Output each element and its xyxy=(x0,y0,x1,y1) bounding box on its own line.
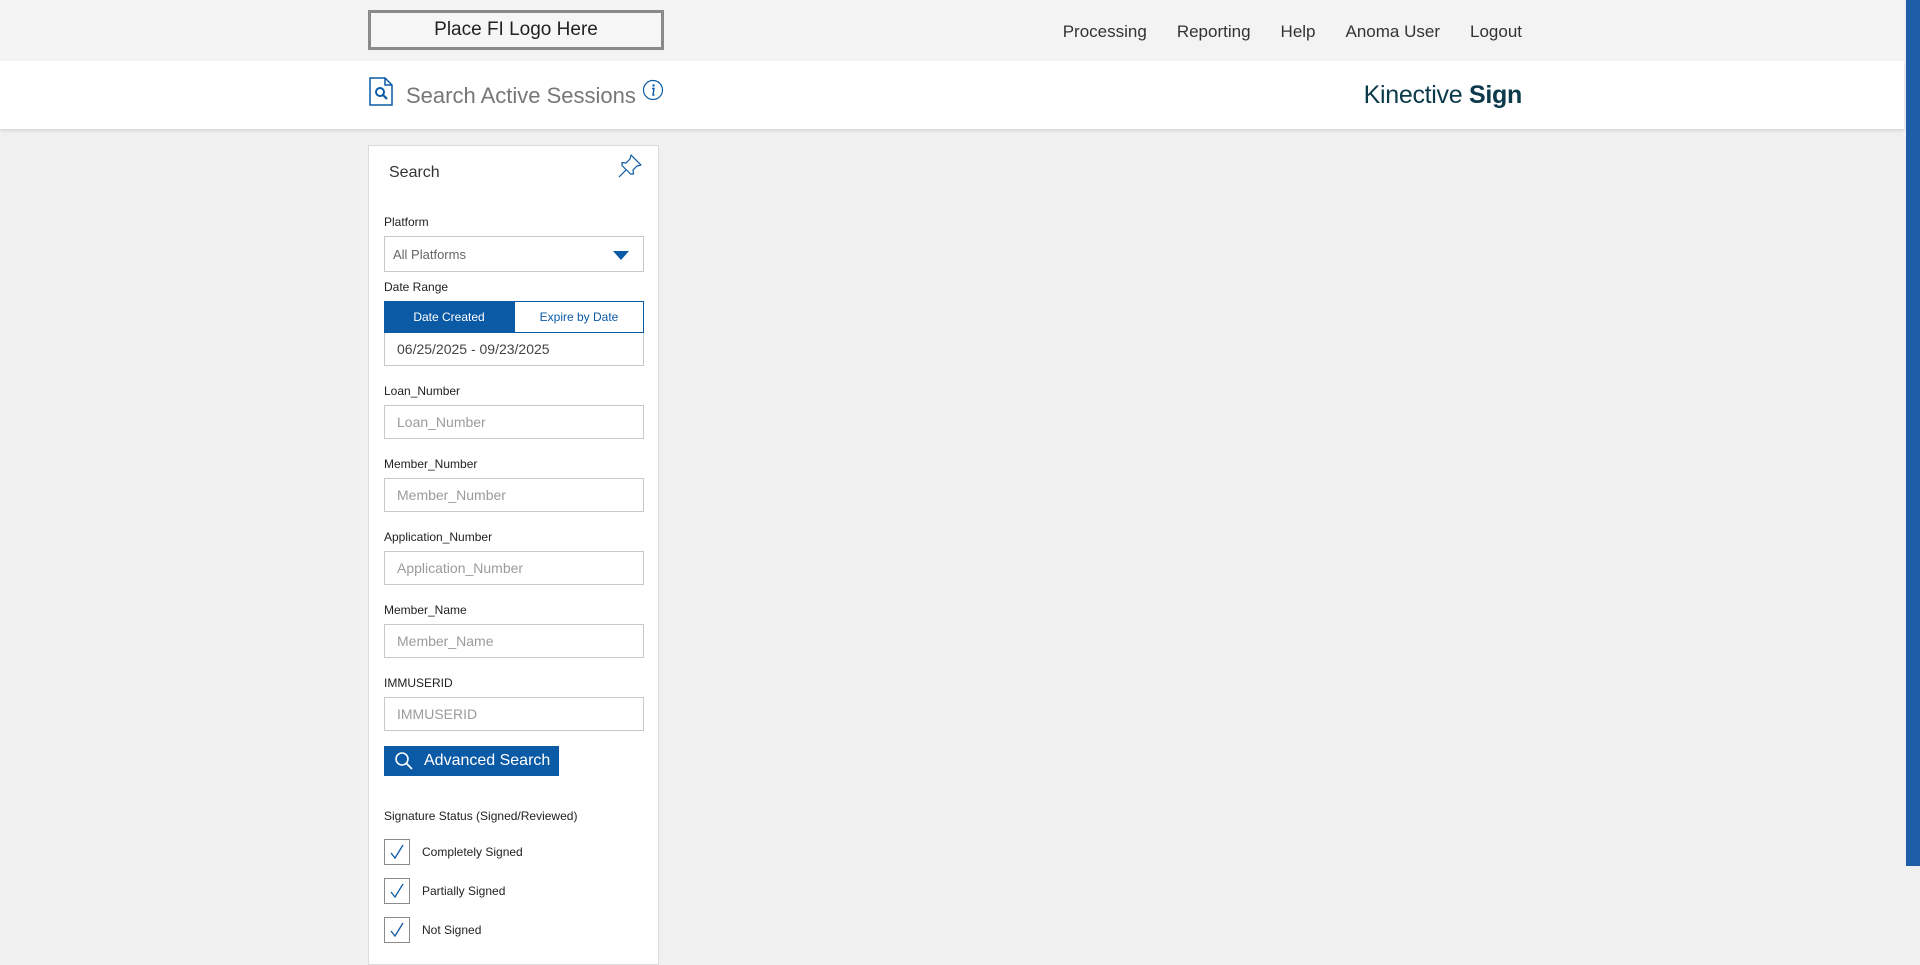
date-range-toggle: Date Created Expire by Date xyxy=(384,301,644,333)
completely-signed-label: Completely Signed xyxy=(422,845,523,859)
checkmark-icon xyxy=(390,922,404,938)
pin-icon[interactable] xyxy=(616,152,644,180)
platform-label: Platform xyxy=(384,215,429,229)
partially-signed-label: Partially Signed xyxy=(422,884,506,898)
partially-signed-checkbox[interactable] xyxy=(384,878,410,904)
member-number-label: Member_Number xyxy=(384,457,478,471)
completely-signed-option: Completely Signed xyxy=(384,839,523,865)
not-signed-option: Not Signed xyxy=(384,917,481,943)
completely-signed-checkbox[interactable] xyxy=(384,839,410,865)
search-icon xyxy=(395,752,413,770)
fi-logo-placeholder: Place FI Logo Here xyxy=(368,10,664,50)
search-document-icon xyxy=(369,77,393,106)
nav-reporting[interactable]: Reporting xyxy=(1177,22,1251,42)
loan-number-input[interactable] xyxy=(384,405,644,439)
top-bar: Place FI Logo Here Processing Reporting … xyxy=(0,0,1904,61)
page-title: Search Active Sessions xyxy=(406,83,636,108)
brand-logo: Kinective Sign xyxy=(1363,81,1523,110)
nav-processing[interactable]: Processing xyxy=(1063,22,1147,42)
date-created-tab[interactable]: Date Created xyxy=(384,301,514,333)
checkmark-icon xyxy=(390,883,404,899)
nav-help[interactable]: Help xyxy=(1281,22,1316,42)
not-signed-checkbox[interactable] xyxy=(384,917,410,943)
expire-by-date-tab[interactable]: Expire by Date xyxy=(514,301,644,333)
chevron-down-icon xyxy=(613,251,629,260)
checkmark-icon xyxy=(390,844,404,860)
partially-signed-option: Partially Signed xyxy=(384,878,505,904)
member-name-label: Member_Name xyxy=(384,603,467,617)
nav-user-menu[interactable]: Anoma User xyxy=(1346,22,1440,42)
brand-product: Sign xyxy=(1469,81,1522,109)
top-nav: Processing Reporting Help Anoma User Log… xyxy=(1033,22,1522,42)
advanced-search-label: Advanced Search xyxy=(424,752,551,769)
application-number-label: Application_Number xyxy=(384,530,493,544)
info-icon[interactable] xyxy=(642,79,664,101)
advanced-search-button[interactable]: Advanced Search xyxy=(384,746,559,776)
panel-title: Search xyxy=(389,164,440,181)
immuserid-label: IMMUSERID xyxy=(384,676,453,690)
immuserid-input[interactable] xyxy=(384,697,644,731)
signature-status-label: Signature Status (Signed/Reviewed) xyxy=(384,809,578,823)
nav-logout[interactable]: Logout xyxy=(1470,22,1522,42)
date-range-label: Date Range xyxy=(384,280,449,294)
member-name-input[interactable] xyxy=(384,624,644,658)
search-panel: Search Platform All Platforms Date Range… xyxy=(368,145,659,965)
not-signed-label: Not Signed xyxy=(422,923,482,937)
date-range-picker[interactable]: 06/25/2025 - 09/23/2025 xyxy=(384,333,644,366)
logo-text: Place FI Logo Here xyxy=(434,19,598,40)
member-number-input[interactable] xyxy=(384,478,644,512)
brand-name: Kinective xyxy=(1363,81,1463,109)
application-number-input[interactable] xyxy=(384,551,644,585)
page-header: Search Active Sessions Kinective Sign xyxy=(0,61,1904,129)
platform-value: All Platforms xyxy=(393,247,466,262)
scrollbar[interactable] xyxy=(1906,0,1920,866)
platform-select[interactable]: All Platforms xyxy=(384,236,644,272)
loan-number-label: Loan_Number xyxy=(384,384,461,398)
